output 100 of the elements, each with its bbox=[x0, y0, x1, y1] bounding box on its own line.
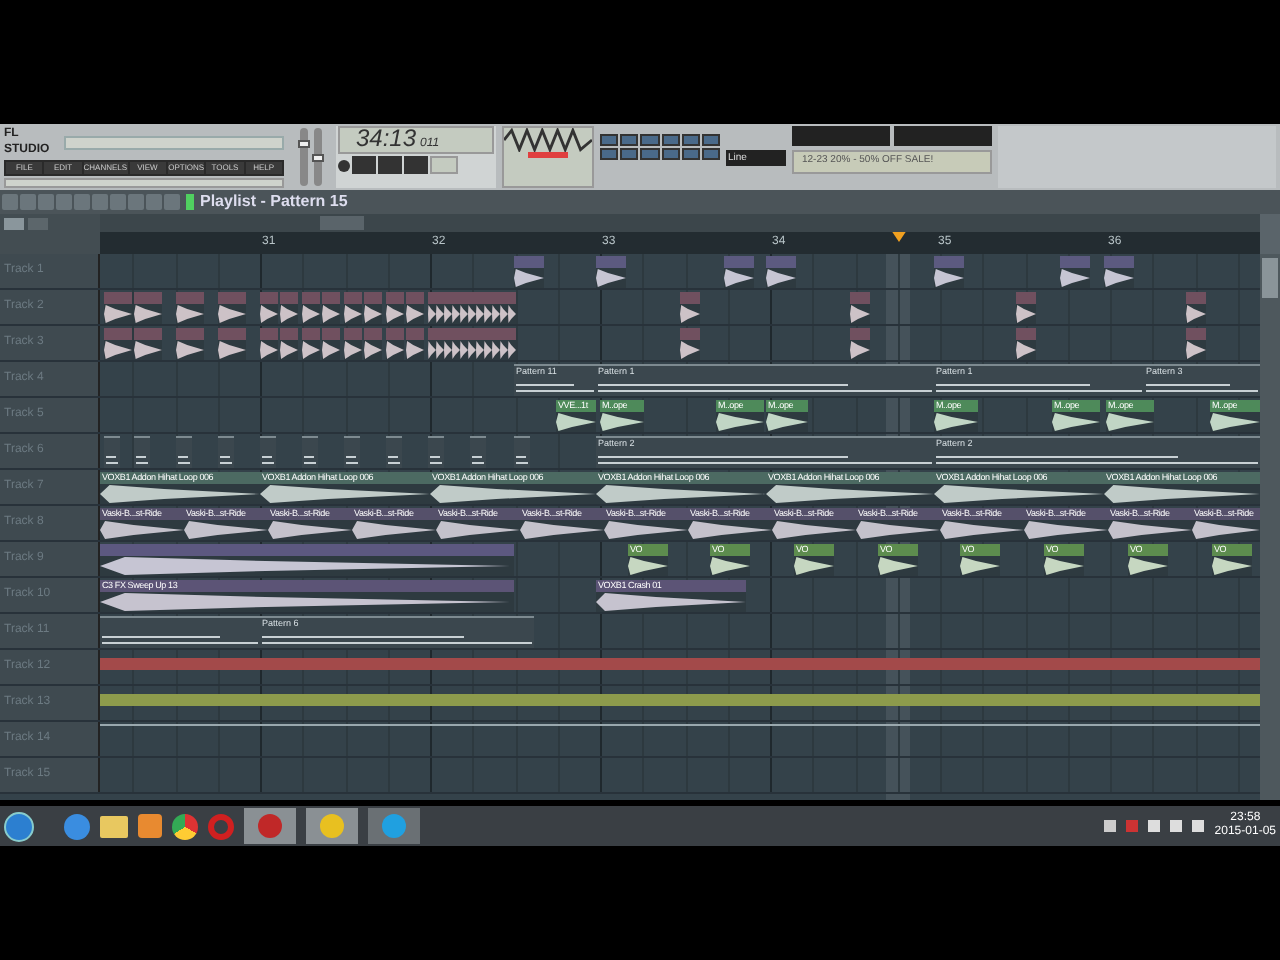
audio-clip[interactable] bbox=[492, 292, 500, 324]
pattern-clip[interactable] bbox=[344, 436, 360, 468]
pattern-clip[interactable] bbox=[302, 436, 318, 468]
waveform-icon bbox=[268, 520, 352, 540]
audio-clip[interactable] bbox=[436, 292, 444, 324]
audio-clip[interactable] bbox=[500, 328, 508, 360]
audio-clip[interactable] bbox=[1186, 292, 1206, 324]
audio-clip[interactable] bbox=[176, 328, 204, 360]
audio-clip[interactable] bbox=[766, 256, 796, 288]
audio-clip[interactable] bbox=[452, 328, 460, 360]
globe-icon[interactable] bbox=[64, 813, 90, 839]
waveform-icon bbox=[104, 340, 132, 360]
pattern-clip[interactable] bbox=[386, 436, 402, 468]
waveform-icon bbox=[934, 412, 978, 432]
audio-clip[interactable] bbox=[218, 328, 246, 360]
audio-clip[interactable] bbox=[100, 544, 514, 576]
waveform-icon bbox=[794, 556, 834, 576]
audio-clip[interactable] bbox=[260, 292, 278, 324]
audio-clip[interactable] bbox=[484, 292, 492, 324]
audio-clip[interactable] bbox=[218, 292, 246, 324]
audio-clip[interactable] bbox=[428, 328, 436, 360]
audio-clip[interactable] bbox=[850, 328, 870, 360]
waveform-icon bbox=[1060, 268, 1090, 288]
audio-clip[interactable] bbox=[850, 292, 870, 324]
waveform-icon bbox=[1210, 412, 1260, 432]
audio-clip[interactable] bbox=[460, 292, 468, 324]
folder-icon[interactable] bbox=[100, 815, 128, 837]
audio-clip[interactable] bbox=[134, 292, 162, 324]
audio-clip[interactable] bbox=[680, 328, 700, 360]
waveform-icon bbox=[1052, 412, 1100, 432]
vertical-scrollbar[interactable] bbox=[1260, 254, 1280, 800]
audio-clip[interactable] bbox=[1016, 292, 1036, 324]
pattern-clip[interactable] bbox=[176, 436, 192, 468]
audio-clip[interactable] bbox=[452, 292, 460, 324]
pattern-clip[interactable] bbox=[134, 436, 150, 468]
audio-clip[interactable] bbox=[468, 328, 476, 360]
audio-clip[interactable] bbox=[386, 292, 404, 324]
audio-clip[interactable] bbox=[364, 292, 382, 324]
pattern-clip[interactable] bbox=[470, 436, 486, 468]
audio-clip[interactable] bbox=[680, 292, 700, 324]
audio-clip[interactable] bbox=[302, 328, 320, 360]
pattern-clip[interactable] bbox=[104, 436, 120, 468]
audio-clip[interactable] bbox=[500, 292, 508, 324]
audio-clip[interactable] bbox=[428, 292, 436, 324]
start-icon[interactable] bbox=[4, 811, 34, 841]
knob-icon[interactable] bbox=[338, 159, 350, 171]
audio-clip[interactable] bbox=[492, 328, 500, 360]
audio-clip[interactable] bbox=[386, 328, 404, 360]
audio-clip[interactable] bbox=[934, 256, 964, 288]
audio-clip[interactable] bbox=[460, 328, 468, 360]
audio-clip[interactable] bbox=[468, 292, 476, 324]
pitch-slider[interactable] bbox=[311, 153, 323, 161]
pattern-clip[interactable] bbox=[514, 436, 530, 468]
automation-clip[interactable] bbox=[100, 694, 1260, 706]
pattern-clip[interactable] bbox=[260, 436, 276, 468]
audio-clip[interactable] bbox=[508, 328, 516, 360]
waveform-icon bbox=[724, 268, 754, 288]
pattern-clip[interactable] bbox=[100, 616, 260, 648]
audio-clip[interactable] bbox=[406, 292, 424, 324]
audio-clip[interactable] bbox=[104, 292, 132, 324]
audio-clip[interactable] bbox=[322, 328, 340, 360]
audio-clip[interactable] bbox=[302, 292, 320, 324]
audio-clip[interactable] bbox=[1016, 328, 1036, 360]
pattern-clip[interactable] bbox=[218, 436, 234, 468]
audio-clip[interactable] bbox=[134, 328, 162, 360]
audio-clip[interactable] bbox=[1060, 256, 1090, 288]
volume-slider[interactable] bbox=[297, 140, 309, 149]
audio-clip[interactable] bbox=[280, 292, 298, 324]
audio-clip[interactable] bbox=[476, 328, 484, 360]
audio-clip[interactable] bbox=[514, 256, 544, 288]
audio-clip[interactable] bbox=[322, 292, 340, 324]
audio-clip[interactable] bbox=[406, 328, 424, 360]
horizontal-scrollbar[interactable] bbox=[100, 214, 1260, 232]
audio-clip[interactable] bbox=[364, 328, 382, 360]
browser-icon[interactable] bbox=[172, 813, 198, 839]
audio-clip[interactable] bbox=[260, 328, 278, 360]
audio-clip[interactable] bbox=[484, 328, 492, 360]
waveform-icon bbox=[934, 268, 964, 288]
audio-clip[interactable] bbox=[176, 292, 204, 324]
audio-clip[interactable] bbox=[344, 292, 362, 324]
pattern-clip[interactable] bbox=[428, 436, 444, 468]
audio-clip[interactable] bbox=[444, 328, 452, 360]
waveform-icon bbox=[520, 520, 604, 540]
audio-clip[interactable] bbox=[436, 328, 444, 360]
waveform-icon bbox=[100, 520, 184, 540]
audio-clip[interactable] bbox=[444, 292, 452, 324]
waveform-icon bbox=[772, 520, 856, 540]
audio-clip[interactable] bbox=[1186, 328, 1206, 360]
audio-clip[interactable] bbox=[476, 292, 484, 324]
waveform-icon bbox=[1106, 412, 1154, 432]
waveform-icon bbox=[134, 304, 162, 324]
waveform-icon bbox=[352, 520, 436, 540]
audio-clip[interactable] bbox=[280, 328, 298, 360]
audio-clip[interactable] bbox=[724, 256, 754, 288]
audio-clip[interactable] bbox=[104, 328, 132, 360]
audio-clip[interactable] bbox=[508, 292, 516, 324]
audio-clip[interactable] bbox=[344, 328, 362, 360]
audio-clip[interactable] bbox=[596, 256, 626, 288]
automation-clip[interactable] bbox=[100, 658, 1260, 670]
audio-clip[interactable] bbox=[1104, 256, 1134, 288]
